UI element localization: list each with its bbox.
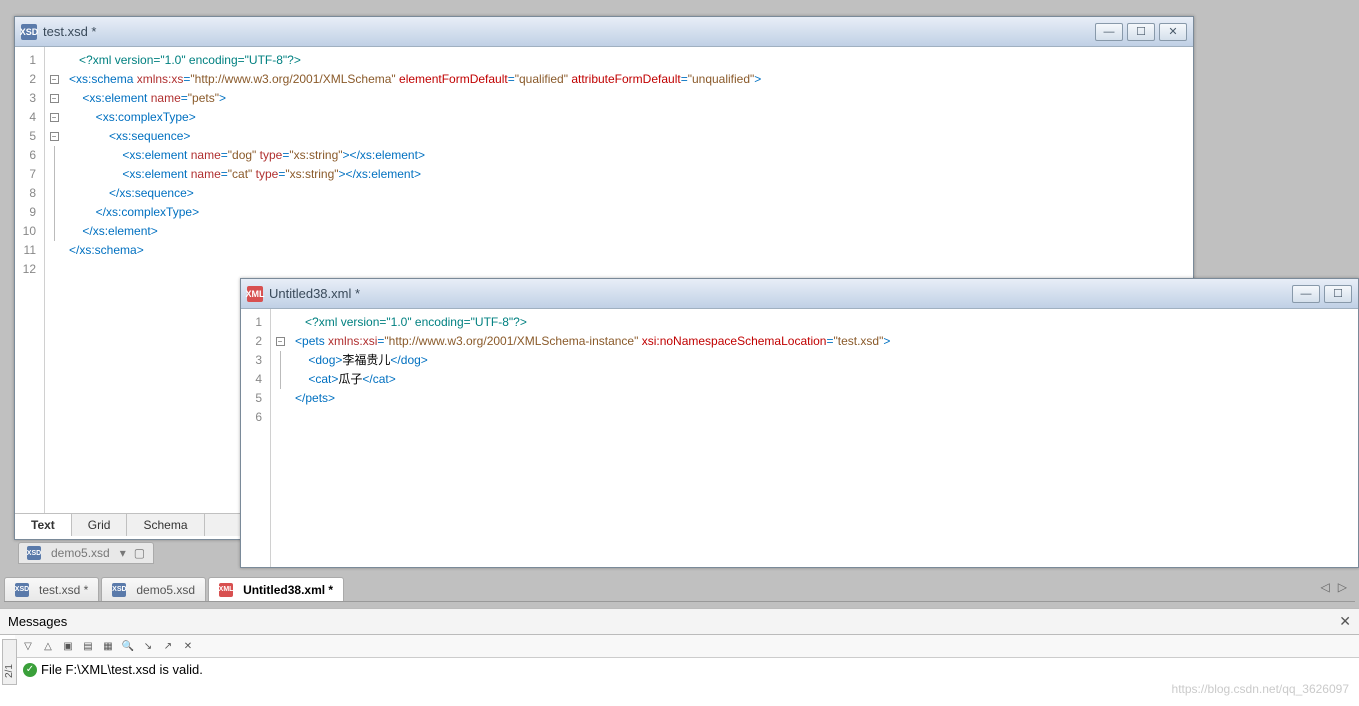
messages-title: Messages [8,614,67,629]
fold-column: − − − − [45,47,63,513]
clear-icon[interactable]: ✕ [179,637,197,655]
line-gutter: 123456789101112 [15,47,45,513]
save-icon[interactable]: ▦ [99,637,117,655]
nav-down-icon[interactable]: △ [39,637,57,655]
xsd-file-icon: XSD [21,24,37,40]
fold-column: − [271,309,289,567]
fold-toggle-icon[interactable]: − [276,337,285,346]
file-tab-label: test.xsd * [39,583,88,597]
nav-right-icon[interactable]: ▷ [1338,580,1347,594]
fold-toggle-icon[interactable]: − [50,113,59,122]
nav-left-icon[interactable]: ◁ [1321,580,1330,594]
xml-file-icon: XML [219,583,233,597]
chevron-down-icon[interactable]: ▾ [120,546,126,560]
copy-icon[interactable]: ▣ [59,637,77,655]
xml-file-icon: XML [247,286,263,302]
window-title: test.xsd * [43,24,1095,39]
close-panel-icon[interactable]: ✕ [1339,613,1351,630]
messages-panel: Messages ✕ 2/1 ▽ △ ▣ ▤ ▦ 🔍 ↘ ↗ ✕ ✓ File … [0,608,1359,706]
find-icon[interactable]: 🔍 [119,637,137,655]
watermark-text: https://blog.csdn.net/qq_3626097 [1172,682,1349,696]
messages-side-label[interactable]: 2/1 [2,639,17,685]
find-prev-icon[interactable]: ↗ [159,637,177,655]
xsd-file-icon: XSD [27,546,41,560]
file-tabs: XSD test.xsd * XSD demo5.xsd XML Untitle… [4,576,1355,602]
titlebar[interactable]: XML Untitled38.xml * — ☐ [241,279,1358,309]
titlebar[interactable]: XSD test.xsd * — ☐ ✕ [15,17,1193,47]
messages-toolbar: ▽ △ ▣ ▤ ▦ 🔍 ↘ ↗ ✕ [15,635,1359,658]
fold-toggle-icon[interactable]: − [50,94,59,103]
view-tab-grid[interactable]: Grid [72,514,128,536]
minimize-button[interactable]: — [1095,23,1123,41]
fold-toggle-icon[interactable]: − [50,75,59,84]
close-button[interactable]: ✕ [1159,23,1187,41]
file-tab-label: demo5.xsd [136,583,195,597]
file-tab-label: Untitled38.xml * [243,583,333,597]
file-tab-demo5xsd[interactable]: XSD demo5.xsd [101,577,206,601]
minimize-button[interactable]: — [1292,285,1320,303]
editor-window-xml: XML Untitled38.xml * — ☐ 123456 − <?xml … [240,278,1359,568]
view-tab-schema[interactable]: Schema [127,514,204,536]
xsd-file-icon: XSD [112,583,126,597]
file-tab-untitled38[interactable]: XML Untitled38.xml * [208,577,344,601]
maximize-button[interactable]: ☐ [1324,285,1352,303]
find-next-icon[interactable]: ↘ [139,637,157,655]
maximize-button[interactable]: ☐ [1127,23,1155,41]
code-editor[interactable]: 123456 − <?xml version="1.0" encoding="U… [241,309,1358,567]
fold-toggle-icon[interactable]: − [50,132,59,141]
file-tab-testxsd[interactable]: XSD test.xsd * [4,577,99,601]
window-title: Untitled38.xml * [269,286,1292,301]
line-gutter: 123456 [241,309,271,567]
copy-all-icon[interactable]: ▤ [79,637,97,655]
messages-header: Messages ✕ [0,608,1359,635]
background-tab[interactable]: XSD demo5.xsd ▾ ▢ [18,542,154,564]
window-controls: — ☐ [1292,285,1352,303]
xsd-file-icon: XSD [15,583,29,597]
validation-message: File F:\XML\test.xsd is valid. [41,662,203,677]
success-icon: ✓ [23,663,37,677]
nav-up-icon[interactable]: ▽ [19,637,37,655]
window-controls: — ☐ ✕ [1095,23,1187,41]
close-tab-icon[interactable]: ▢ [134,546,145,560]
messages-body: ✓ File F:\XML\test.xsd is valid. [15,658,1359,681]
tab-nav-arrows: ◁ ▷ [1321,580,1347,594]
code-content[interactable]: <?xml version="1.0" encoding="UTF-8"?> <… [289,309,896,567]
view-tab-text[interactable]: Text [15,514,72,536]
background-tab-label: demo5.xsd [51,546,110,560]
